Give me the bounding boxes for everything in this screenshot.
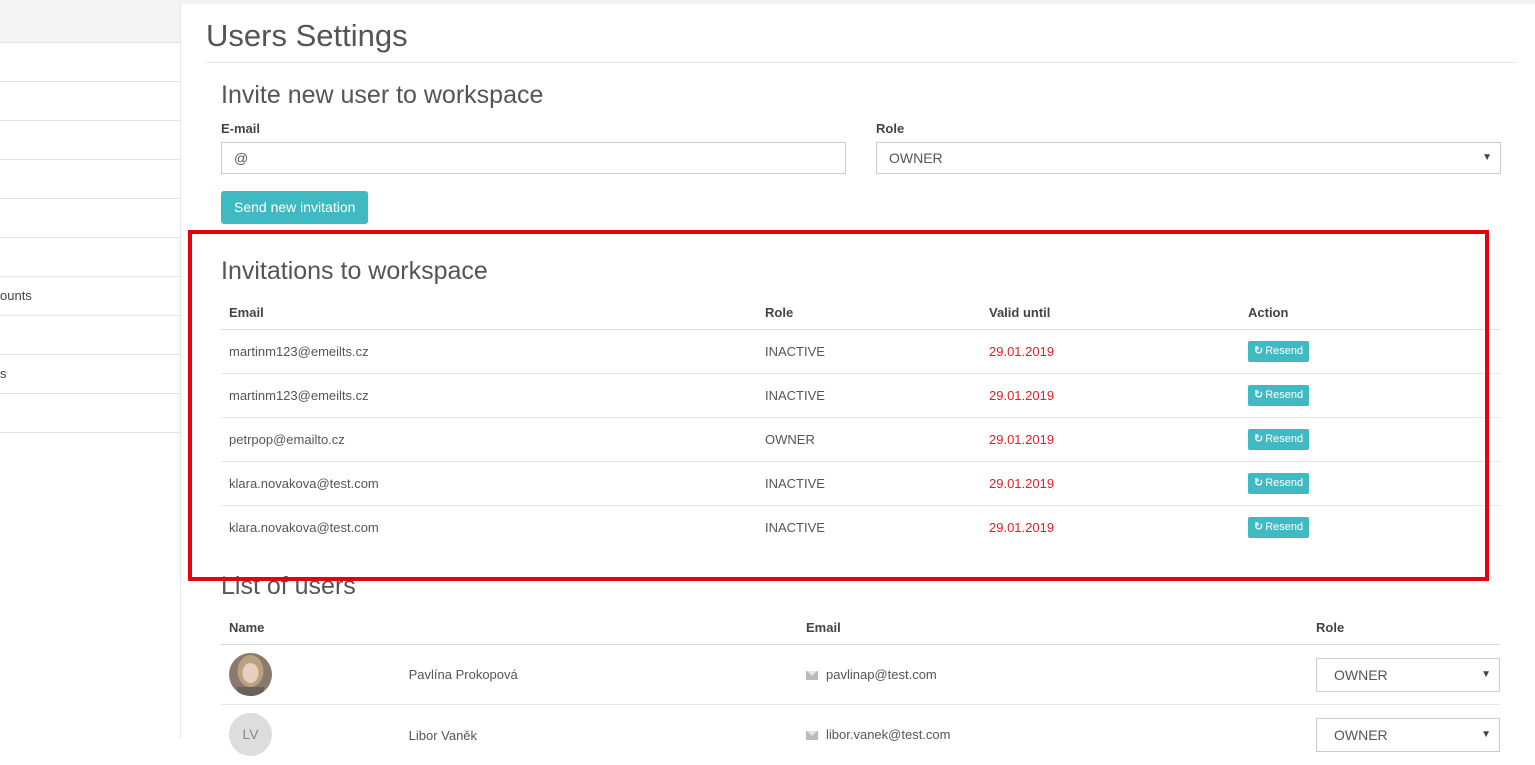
user-email: pavlinap@test.com: [826, 667, 937, 682]
column-header-role: Role: [1308, 610, 1500, 645]
table-header-row: Name Email Role: [221, 610, 1500, 645]
sidebar-header: [0, 4, 180, 43]
envelope-icon: [806, 671, 818, 681]
sidebar-item[interactable]: [0, 121, 180, 160]
envelope-icon: [806, 731, 818, 741]
sidebar-item[interactable]: [0, 394, 180, 433]
sidebar-item-label: ounts: [0, 288, 32, 303]
sidebar-item[interactable]: [0, 316, 180, 355]
main-content: Users Settings Invite new user to worksp…: [206, 4, 1516, 757]
invite-section-title: Invite new user to workspace: [221, 81, 544, 109]
user-role-value: OWNER: [1334, 666, 1388, 683]
send-invitation-button[interactable]: Send new invitation: [221, 191, 369, 224]
user-name: Pavlína Prokopová: [408, 667, 518, 682]
user-photo: [229, 653, 272, 696]
users-section: List of users Name Email Role Pavlína Pr…: [221, 572, 1501, 765]
user-role-value: OWNER: [1334, 726, 1388, 743]
column-header-email: Email: [798, 610, 1308, 645]
page-title: Users Settings: [206, 4, 1516, 63]
sidebar-item[interactable]: [0, 160, 180, 199]
sidebar-item[interactable]: [0, 43, 180, 82]
sidebar-item-accounts[interactable]: ounts: [0, 277, 180, 316]
sidebar-item-label: s: [0, 366, 7, 381]
sidebar-item[interactable]: [0, 82, 180, 121]
user-email: libor.vanek@test.com: [826, 727, 951, 743]
invite-section: Invite new user to workspace E-mail @ Ro…: [221, 81, 1501, 231]
highlight-annotation-box: [188, 230, 1489, 581]
column-header-name: Name: [221, 610, 798, 645]
table-row: LV Libor Vaněk libor.vanek@test.com OWNE…: [221, 705, 1500, 765]
email-label: E-mail: [221, 121, 261, 136]
user-role-select[interactable]: OWNER ▼: [1316, 657, 1500, 692]
sidebar-item[interactable]: s: [0, 355, 180, 394]
sidebar-item[interactable]: [0, 238, 180, 277]
email-input[interactable]: @: [221, 142, 846, 174]
table-row: Pavlína Prokopová pavlinap@test.com OWNE…: [221, 644, 1500, 705]
chevron-down-icon: ▼: [1482, 152, 1492, 163]
user-role-select[interactable]: OWNER ▼: [1316, 717, 1500, 752]
user-name: Libor Vaněk: [408, 728, 478, 744]
avatar: LV: [229, 713, 272, 757]
role-select[interactable]: OWNER ▼: [876, 142, 1501, 174]
sidebar: ounts s: [0, 4, 181, 738]
chevron-down-icon: ▼: [1481, 668, 1491, 680]
role-label: Role: [876, 121, 905, 136]
users-table: Name Email Role Pavlína Prokopová pavlin…: [221, 610, 1500, 765]
role-select-value: OWNER: [889, 150, 943, 166]
chevron-down-icon: ▼: [1481, 728, 1491, 740]
avatar: [229, 653, 272, 696]
sidebar-item[interactable]: [0, 199, 180, 238]
